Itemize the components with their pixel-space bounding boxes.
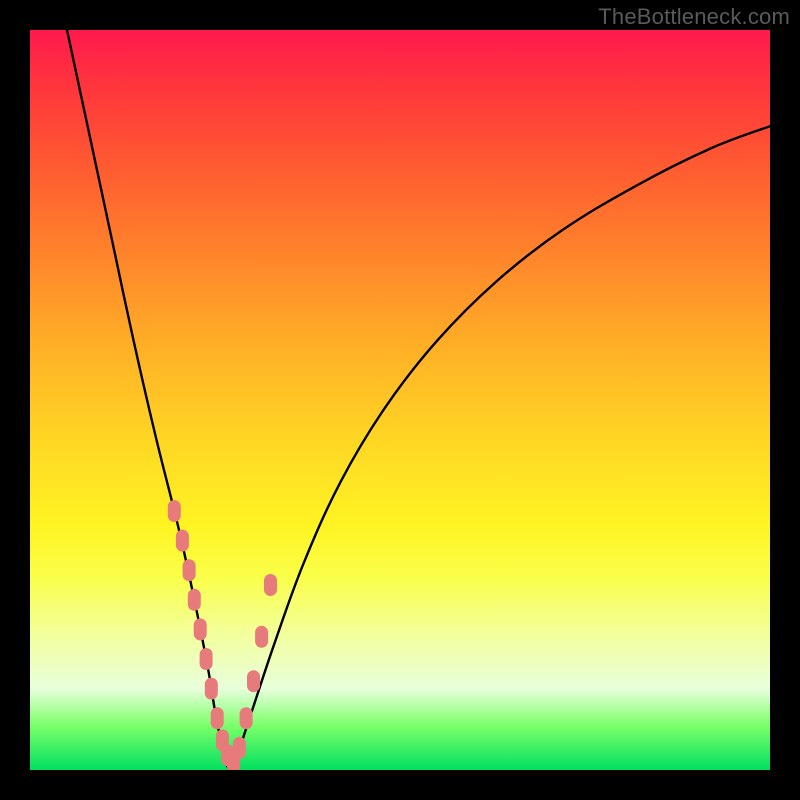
plot-area bbox=[30, 30, 770, 770]
highlight-dot bbox=[233, 737, 246, 759]
curve-svg bbox=[30, 30, 770, 770]
highlight-dot bbox=[240, 707, 253, 729]
highlight-dot bbox=[247, 670, 260, 692]
highlight-dot bbox=[255, 626, 268, 648]
highlight-dot bbox=[194, 618, 207, 640]
highlight-dot bbox=[205, 678, 218, 700]
highlight-dot bbox=[176, 530, 189, 552]
bottleneck-curve-path bbox=[67, 30, 770, 770]
highlight-dot bbox=[200, 648, 213, 670]
highlight-dot bbox=[183, 559, 196, 581]
chart-frame: TheBottleneck.com bbox=[0, 0, 800, 800]
highlight-dot bbox=[264, 574, 277, 596]
highlight-dot bbox=[188, 589, 201, 611]
bottleneck-curve bbox=[67, 30, 770, 770]
highlight-dot bbox=[211, 707, 224, 729]
highlight-markers bbox=[168, 500, 277, 770]
highlight-dot bbox=[168, 500, 181, 522]
watermark-text: TheBottleneck.com bbox=[598, 4, 790, 30]
